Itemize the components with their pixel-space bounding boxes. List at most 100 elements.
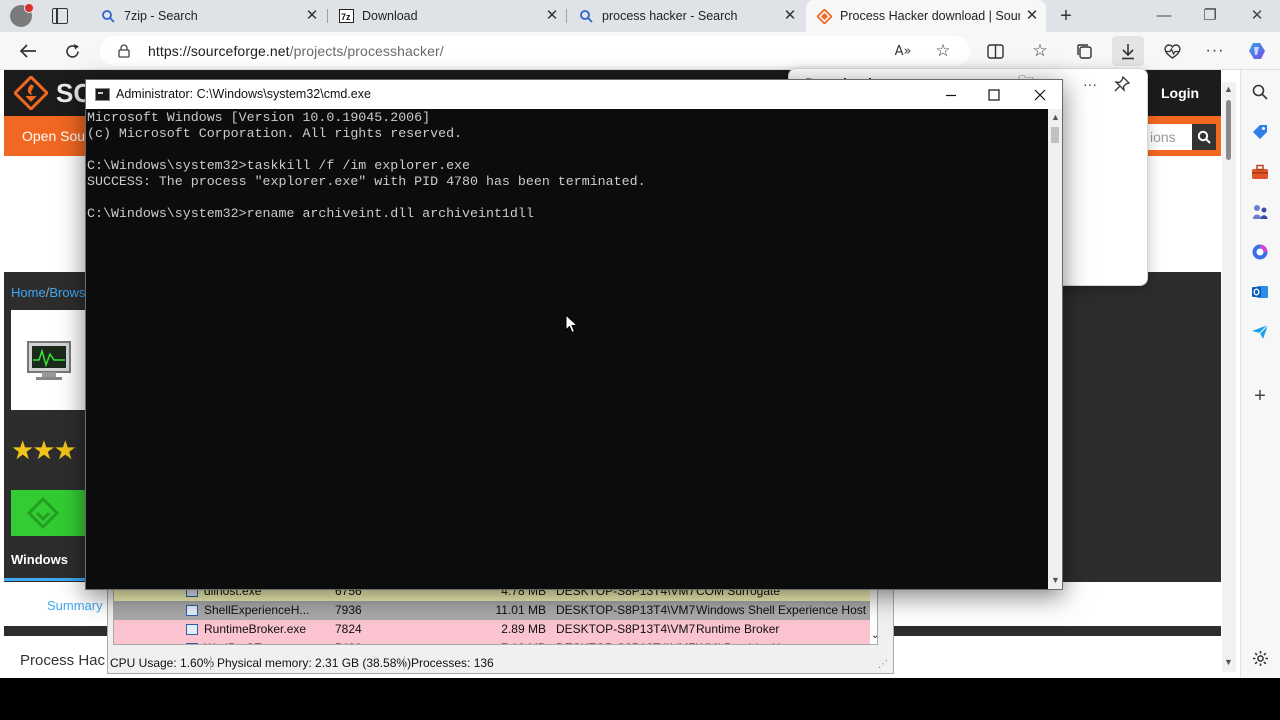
collections-icon bbox=[1076, 43, 1092, 59]
scrollbar-thumb[interactable] bbox=[1051, 127, 1059, 143]
tab-close-icon[interactable]: ✕ bbox=[1024, 8, 1040, 24]
url-path: /projects/processhacker/ bbox=[289, 43, 444, 59]
lock-icon[interactable] bbox=[118, 44, 130, 58]
new-tab-button[interactable]: + bbox=[1056, 6, 1076, 26]
console-line: (c) Microsoft Corporation. All rights re… bbox=[87, 126, 463, 141]
tab-summary[interactable]: Summary bbox=[47, 598, 103, 613]
console-line: C:\Windows\system32>taskkill /f /im expl… bbox=[87, 158, 471, 173]
tab-process-hacker-download[interactable]: Process Hacker download | Sourc ✕ bbox=[806, 0, 1046, 32]
cmd-close-button[interactable] bbox=[1029, 84, 1051, 106]
split-screen-button[interactable] bbox=[984, 40, 1006, 62]
cmd-minimize-button[interactable] bbox=[940, 84, 962, 106]
cmd-window-title: Administrator: C:\Windows\system32\cmd.e… bbox=[116, 87, 371, 101]
process-user: DESKTOP-S8P13T4\VM7 bbox=[556, 622, 696, 636]
scroll-up-icon[interactable]: ▲ bbox=[1051, 112, 1060, 122]
search-button[interactable] bbox=[1192, 124, 1216, 150]
cmd-titlebar[interactable]: Administrator: C:\Windows\system32\cmd.e… bbox=[86, 80, 1062, 109]
sidebar-microsoft365-button[interactable] bbox=[1250, 242, 1270, 262]
sourceforge-logo-icon[interactable] bbox=[14, 76, 48, 110]
process-description: WMI Provider Host bbox=[696, 639, 797, 644]
chess-pieces-icon bbox=[1253, 205, 1268, 219]
browser-sidebar: + bbox=[1240, 70, 1280, 678]
download-logo-icon bbox=[26, 496, 60, 530]
sidebar-search-button[interactable] bbox=[1250, 82, 1270, 102]
outlook-icon bbox=[1252, 286, 1268, 298]
rating-stars: ★★★ bbox=[11, 435, 77, 465]
cmd-app-icon[interactable] bbox=[95, 88, 110, 101]
browser-essentials-button[interactable] bbox=[1161, 40, 1183, 62]
process-memory: 11.01 MB bbox=[495, 603, 546, 617]
process-pid: 5480 bbox=[335, 639, 362, 644]
tab-separator bbox=[566, 9, 567, 23]
tab-close-icon[interactable]: ✕ bbox=[544, 8, 560, 24]
project-title: Process Hac bbox=[20, 652, 106, 669]
sidebar-add-button[interactable]: + bbox=[1250, 385, 1270, 407]
favorites-button[interactable]: ☆ bbox=[1029, 40, 1051, 62]
back-button[interactable] bbox=[17, 40, 39, 62]
process-pid: 7824 bbox=[335, 622, 362, 636]
more-dots-icon: ··· bbox=[1205, 42, 1225, 59]
cmd-maximize-button[interactable] bbox=[983, 84, 1005, 106]
process-list: dllhost.exe 6756 4.78 MB DESKTOP-S8P13T4\VM… bbox=[113, 587, 878, 645]
status-processes: Processes: 136 bbox=[411, 656, 494, 670]
refresh-button[interactable] bbox=[61, 40, 83, 62]
tab-close-icon[interactable]: ✕ bbox=[304, 8, 320, 24]
search-icon bbox=[1197, 130, 1211, 144]
tab-close-icon[interactable]: ✕ bbox=[782, 8, 798, 24]
read-aloud-button[interactable]: A» bbox=[892, 40, 914, 62]
copilot-button[interactable] bbox=[1246, 40, 1268, 62]
favorite-star-button[interactable]: ☆ bbox=[932, 40, 954, 62]
sidebar-settings-button[interactable] bbox=[1250, 648, 1270, 668]
process-list-scrollbar[interactable]: ⌄ bbox=[871, 588, 877, 644]
page-scrollbar[interactable]: ▲ ▼ bbox=[1222, 82, 1236, 672]
collections-button[interactable] bbox=[1073, 40, 1095, 62]
sidebar-outlook-button[interactable] bbox=[1250, 282, 1270, 302]
sidebar-tools-button[interactable] bbox=[1250, 162, 1270, 182]
process-user: DESKTOP-S8P13T4\VM7 bbox=[556, 639, 695, 644]
resize-grip-icon[interactable]: ⋰ bbox=[878, 655, 888, 675]
scrollbar-thumb[interactable] bbox=[1226, 100, 1231, 160]
cmd-scrollbar[interactable]: ▲ ▼ bbox=[1048, 109, 1062, 589]
sidebar-send-button[interactable] bbox=[1250, 322, 1270, 342]
process-memory: 2.89 MB bbox=[501, 622, 546, 636]
breadcrumb-home[interactable]: Home bbox=[11, 285, 46, 300]
process-name: WmiPrvSE.exe bbox=[204, 639, 285, 644]
sidebar-games-button[interactable] bbox=[1250, 202, 1270, 222]
downloads-more-button[interactable]: ··· bbox=[1079, 73, 1101, 95]
scroll-down-icon[interactable]: ▼ bbox=[1224, 657, 1233, 667]
tab-download[interactable]: 7z Download ✕ bbox=[328, 0, 566, 32]
downloads-button[interactable] bbox=[1112, 36, 1144, 66]
gear-icon bbox=[1252, 650, 1268, 666]
settings-more-button[interactable]: ··· bbox=[1204, 40, 1226, 62]
process-memory: 7.16 MB bbox=[494, 639, 546, 644]
pin-downloads-button[interactable] bbox=[1111, 73, 1133, 95]
tab-7zip-search[interactable]: 7zip - Search ✕ bbox=[90, 0, 326, 32]
cmd-console-text[interactable]: Microsoft Windows [Version 10.0.19045.20… bbox=[86, 109, 1048, 589]
scroll-up-icon[interactable]: ▲ bbox=[1224, 84, 1233, 94]
process-description: Windows Shell Experience Host bbox=[696, 603, 867, 617]
tab-process-hacker-search[interactable]: process hacker - Search ✕ bbox=[568, 0, 804, 32]
scroll-down-icon[interactable]: ▼ bbox=[1051, 575, 1060, 585]
process-pid: 7936 bbox=[335, 603, 362, 617]
profile-avatar-icon[interactable] bbox=[10, 3, 34, 27]
window-close-button[interactable]: ✕ bbox=[1247, 6, 1267, 26]
os-underline bbox=[4, 578, 86, 581]
url-text[interactable]: https://sourceforge.net/projects/process… bbox=[148, 43, 444, 59]
window-minimize-button[interactable]: — bbox=[1154, 6, 1174, 26]
tab-actions-icon[interactable] bbox=[52, 8, 68, 24]
table-row[interactable]: WmiPrvSE.exe 5480 7.16 MB DESKTOP-S8P13T4\V… bbox=[114, 639, 870, 644]
breadcrumb-browse[interactable]: Brows bbox=[49, 285, 85, 300]
breadcrumb: Home/Brows bbox=[11, 285, 85, 300]
address-bar[interactable]: https://sourceforge.net/projects/process… bbox=[100, 36, 970, 66]
open-source-nav-link[interactable]: Open Sour bbox=[22, 128, 90, 144]
window-restore-button[interactable]: ❐ bbox=[1200, 6, 1220, 26]
table-row[interactable]: RuntimeBroker.exe 7824 2.89 MB DESKTOP-S8P1… bbox=[114, 620, 870, 639]
table-row[interactable]: ShellExperienceH... 7936 11.01 MB DESKTOP-S… bbox=[114, 601, 870, 620]
sidebar-shopping-button[interactable] bbox=[1250, 122, 1270, 142]
url-host: https://sourceforge.net bbox=[148, 43, 290, 59]
login-link[interactable]: Login bbox=[1161, 85, 1199, 101]
process-icon bbox=[186, 605, 198, 616]
scroll-down-icon[interactable]: ⌄ bbox=[871, 630, 877, 641]
download-button[interactable] bbox=[11, 490, 87, 536]
